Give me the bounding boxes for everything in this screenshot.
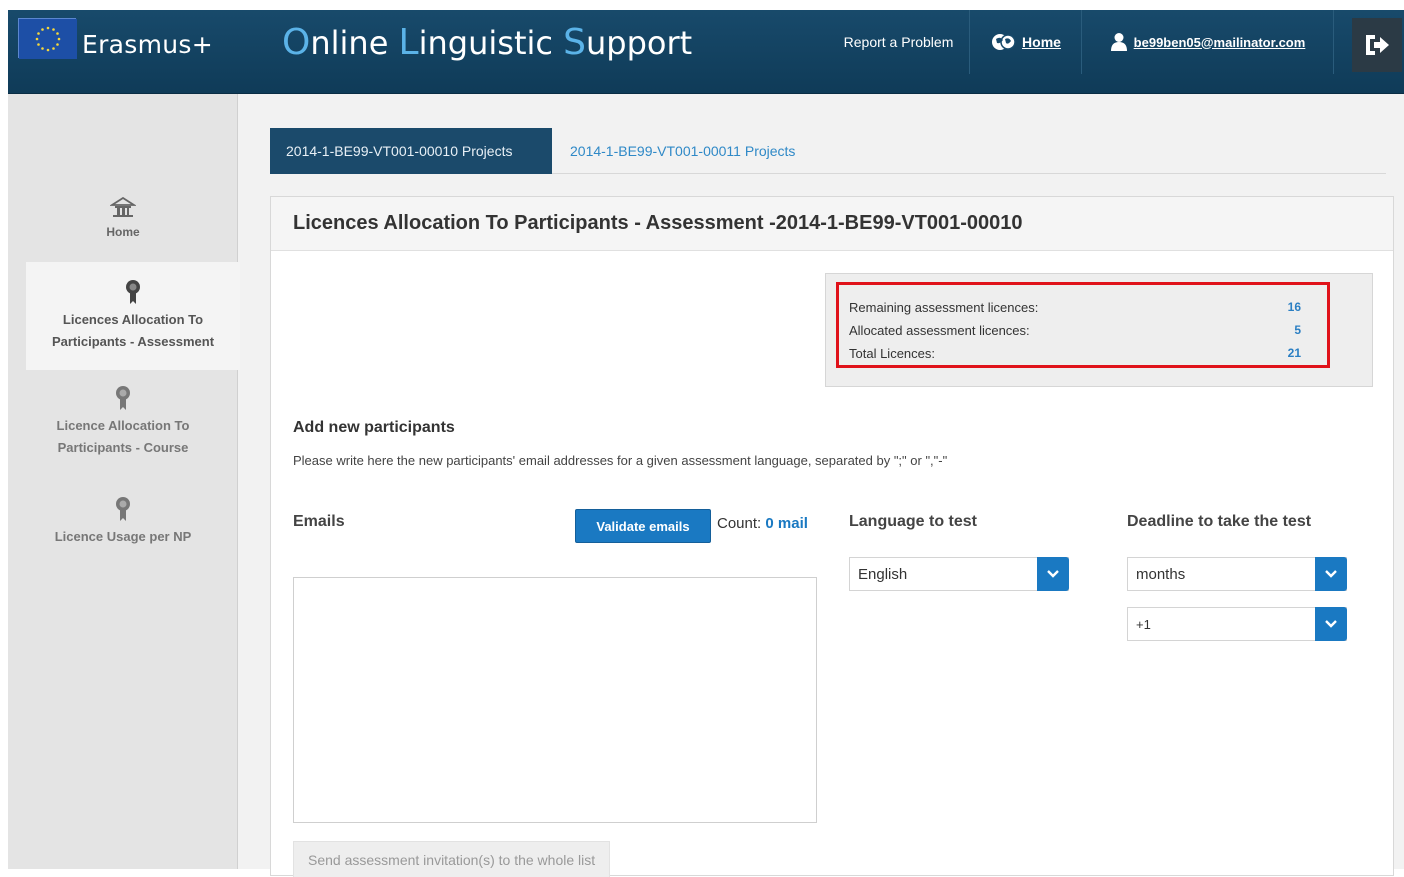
award-icon (116, 386, 130, 410)
sidebar-item-licence-usage[interactable]: Licence Usage per NP (8, 492, 238, 552)
licence-stats-highlight: Remaining assessment licences: 16 Allocat… (836, 282, 1330, 368)
language-label: Language to test (849, 513, 978, 530)
logout-button[interactable] (1352, 18, 1402, 72)
project-tabs: 2014-1-BE99-VT001-00010 Projects 2014-1-… (270, 128, 1386, 174)
emails-textarea[interactable] (293, 577, 817, 823)
app-title: Online Linguistic Support (282, 22, 693, 63)
chevron-down-icon (1315, 557, 1347, 591)
logout-icon (1366, 35, 1389, 55)
eu-flag-icon (18, 18, 77, 59)
user-account-link[interactable]: be99ben05@mailinator.com (1082, 10, 1334, 74)
brand-name: Erasmus+ (82, 30, 213, 59)
emails-label: Emails (293, 513, 345, 530)
allocation-panel: Licences Allocation To Participants - As… (270, 196, 1394, 877)
send-invitations-button[interactable]: Send assessment invitation(s) to the who… (293, 841, 611, 877)
deadline-unit-select[interactable]: months (1127, 557, 1347, 591)
user-icon (1110, 33, 1127, 51)
report-problem-link[interactable]: Report a Problem (828, 10, 970, 74)
validate-emails-button[interactable]: Validate emails (575, 509, 711, 543)
globe-icon (992, 34, 1016, 50)
licence-stats-box: Remaining assessment licences: 16 Allocat… (825, 273, 1373, 387)
sidebar: Home Licences Allocation To Participants… (8, 94, 240, 869)
chevron-down-icon (1037, 557, 1069, 591)
stat-row-allocated: Allocated assessment licences: 5 (849, 323, 1301, 338)
stat-row-total: Total Licences: 21 (849, 346, 1301, 361)
tab-project-00011[interactable]: 2014-1-BE99-VT001-00011 Projects (554, 128, 811, 174)
sidebar-item-home[interactable]: Home (8, 190, 238, 250)
home-icon (110, 197, 136, 217)
sidebar-item-licences-assessment[interactable]: Licences Allocation To Participants - As… (26, 262, 240, 370)
stat-row-remaining: Remaining assessment licences: 16 (849, 300, 1301, 315)
panel-title: Licences Allocation To Participants - As… (271, 197, 1393, 251)
sidebar-item-licence-course[interactable]: Licence Allocation To Participants - Cou… (8, 380, 238, 464)
award-icon (126, 280, 140, 304)
deadline-amount-select[interactable]: +1 (1127, 607, 1347, 641)
section-description: Please write here the new participants' … (293, 453, 948, 468)
top-header: Erasmus+ Online Linguistic Support Repor… (8, 10, 1404, 94)
home-link[interactable]: Home (970, 10, 1082, 74)
language-select[interactable]: English (849, 557, 1069, 591)
section-title: Add new participants (293, 419, 455, 436)
tab-project-00010[interactable]: 2014-1-BE99-VT001-00010 Projects (270, 128, 552, 174)
email-count: Count: 0 mail (717, 515, 808, 532)
deadline-label: Deadline to take the test (1127, 513, 1312, 530)
app-frame: Erasmus+ Online Linguistic Support Repor… (8, 10, 1404, 877)
award-icon (116, 497, 130, 521)
chevron-down-icon (1315, 607, 1347, 641)
